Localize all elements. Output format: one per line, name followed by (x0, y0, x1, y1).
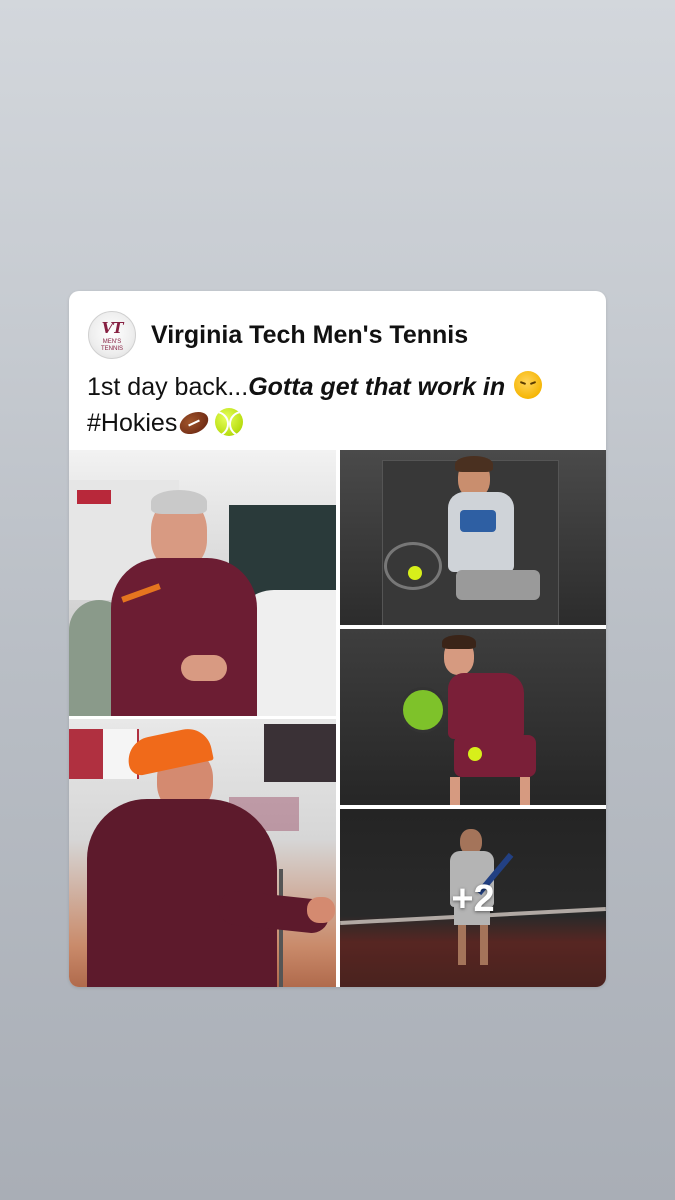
vt-logo-line2: TENNIS (100, 346, 123, 352)
photo-tennis-ball2 (468, 747, 482, 761)
photo-coach-hair (151, 490, 207, 514)
photo-player2-hair (442, 635, 476, 649)
tennis-ball-emoji-icon (215, 408, 244, 436)
photo-racket2 (400, 687, 446, 733)
photo-player1-shirt (448, 492, 514, 572)
photo-player-maroon-shirt[interactable] (340, 629, 606, 805)
vt-logo-monogram: VT (101, 319, 124, 337)
caption-lead: 1st day back... (87, 373, 249, 401)
photo-coach2-hand (307, 897, 335, 923)
photo-tennis-ball1 (408, 566, 422, 580)
photo-player2-shirt (448, 673, 524, 739)
photo-shirt-graphic (460, 510, 496, 532)
post-caption: 1st day back...Gotta get that work in #H… (87, 369, 592, 441)
photo-coach-talking[interactable] (69, 450, 336, 716)
post-card: VT MEN'S TENNIS Virginia Tech Men's Tenn… (69, 291, 606, 987)
caption-emphasis: Gotta get that work in (248, 373, 506, 401)
post-header: VT MEN'S TENNIS Virginia Tech Men's Tenn… (69, 291, 606, 377)
photo-player2-leg-left (450, 777, 460, 805)
photo-coach-jacket (111, 558, 257, 716)
photo-scoreboard (264, 724, 336, 782)
photo-player2-shorts (454, 735, 536, 777)
photo-player1-hair (455, 456, 493, 472)
football-emoji-icon (176, 407, 213, 439)
vt-logo-line1: MEN'S (102, 339, 122, 345)
photo-player-on-court[interactable]: +2 (340, 809, 606, 987)
photo-coach-hand (181, 655, 227, 681)
photo-player-gray-shirt[interactable] (340, 450, 606, 625)
more-photos-count[interactable]: +2 (340, 877, 606, 921)
page-name-link[interactable]: Virginia Tech Men's Tennis (151, 320, 468, 350)
photo-background-sign (77, 490, 111, 504)
photo-coach-orange-cap[interactable] (69, 719, 336, 987)
hashtag-link[interactable]: #Hokies (87, 409, 177, 437)
photo-player2-leg-right (520, 777, 530, 805)
avatar[interactable]: VT MEN'S TENNIS (88, 311, 136, 359)
huffing-face-emoji-icon (514, 371, 543, 399)
photo-player1-shorts (456, 570, 540, 600)
